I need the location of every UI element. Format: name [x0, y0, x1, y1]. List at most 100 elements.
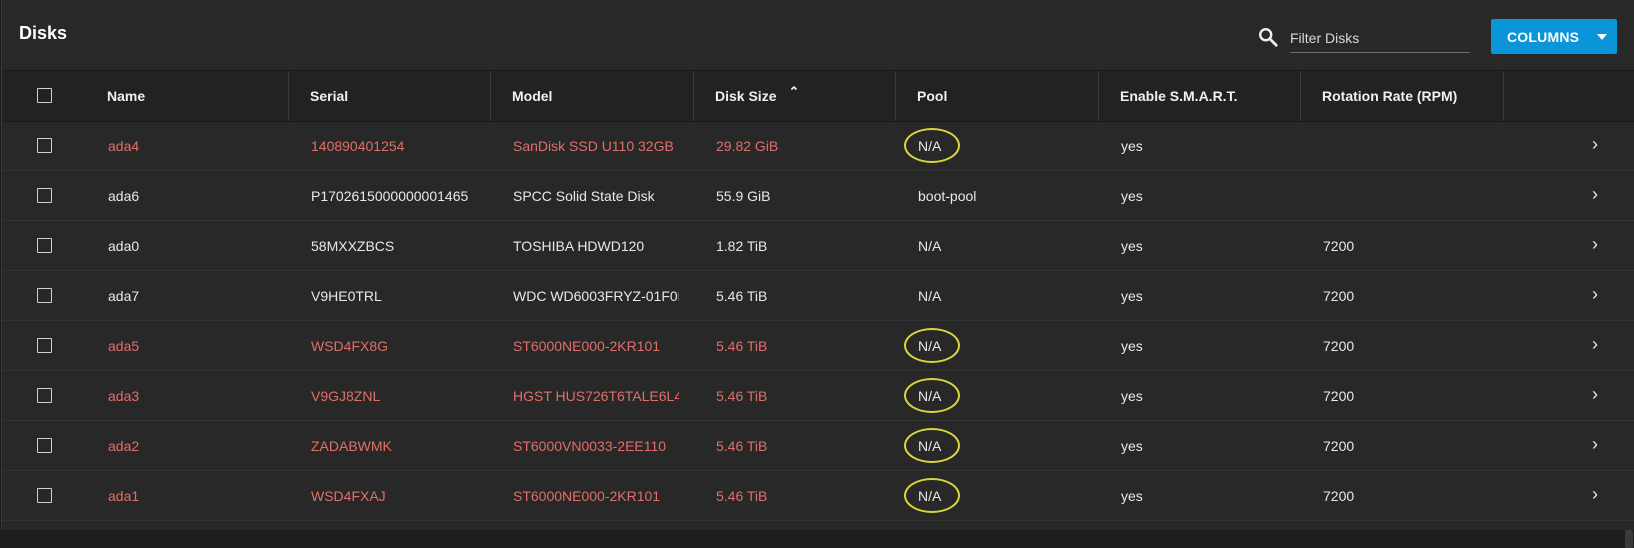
cell-smart: yes: [1121, 237, 1143, 254]
table-row[interactable]: ada4 140890401254 SanDisk SSD U110 32GB 29.…: [2, 121, 1634, 171]
cell-rpm: 7200: [1323, 287, 1355, 304]
chevron-right-icon[interactable]: ›: [1592, 284, 1598, 305]
row-checkbox[interactable]: [37, 488, 52, 503]
cell-pool: boot-pool: [918, 187, 977, 204]
table-row[interactable]: ada5 WSD4FX8G ST6000NE000-2KR101 5.46 TiB N/…: [2, 321, 1634, 371]
cell-size: 1.82 TiB: [716, 237, 768, 254]
cell-rpm: 7200: [1323, 437, 1355, 454]
column-header-name[interactable]: Name: [107, 71, 145, 121]
toolbar: Disks COLUMNS: [2, 0, 1634, 70]
row-checkbox[interactable]: [37, 188, 52, 203]
cell-name: ada1: [108, 487, 140, 504]
cell-rpm: 7200: [1323, 337, 1355, 354]
cell-name: ada6: [108, 187, 140, 204]
sort-ascending-icon[interactable]: ⌃: [788, 84, 799, 100]
cell-serial: 58MXXZBCS: [311, 237, 395, 254]
cell-model: WDC WD6003FRYZ-01F0DB: [513, 287, 679, 304]
cell-model: ST6000VN0033-2EE110: [513, 437, 667, 454]
page-title: Disks: [19, 23, 68, 43]
cell-model: ST6000NE000-2KR101: [513, 337, 661, 354]
row-checkbox[interactable]: [37, 338, 52, 353]
cell-name: ada0: [108, 237, 140, 254]
cell-serial: P1702615000000001465: [311, 187, 469, 204]
columns-button-label: COLUMNS: [1507, 29, 1580, 45]
cell-rpm: 7200: [1323, 237, 1355, 254]
search-icon[interactable]: [1257, 26, 1279, 48]
cell-model: TOSHIBA HDWD120: [513, 237, 645, 254]
table-row[interactable]: ada7 V9HE0TRL WDC WD6003FRYZ-01F0DB 5.46 Ti…: [2, 271, 1634, 321]
cell-model: ST6000NE000-2KR101: [513, 487, 661, 504]
chevron-right-icon[interactable]: ›: [1592, 234, 1598, 255]
highlight-circle: [904, 478, 960, 513]
column-header-smart[interactable]: Enable S.M.A.R.T.: [1120, 71, 1237, 121]
caret-down-icon[interactable]: [1597, 34, 1607, 40]
cell-size: 5.46 TiB: [716, 387, 768, 404]
cell-serial: WSD4FXAJ: [311, 487, 386, 504]
cell-smart: yes: [1121, 437, 1143, 454]
cell-rpm: [1323, 171, 1493, 220]
row-checkbox[interactable]: [37, 238, 52, 253]
row-checkbox[interactable]: [37, 288, 52, 303]
chevron-right-icon[interactable]: ›: [1592, 484, 1598, 505]
cell-name: ada3: [108, 387, 140, 404]
table-row[interactable]: ada2 ZADABWMK ST6000VN0033-2EE110 5.46 TiB N…: [2, 421, 1634, 471]
chevron-right-icon[interactable]: ›: [1592, 134, 1598, 155]
table-row[interactable]: ada3 V9GJ8ZNL HGST HUS726T6TALE6L4 5.46 TiB…: [2, 371, 1634, 421]
column-divider: [1503, 71, 1504, 121]
cell-serial: V9HE0TRL: [311, 287, 382, 304]
filter-disks-input[interactable]: [1290, 24, 1470, 52]
table-header: Name Serial Model Disk Size ⌃ Pool Enabl…: [2, 70, 1634, 122]
row-checkbox[interactable]: [37, 438, 52, 453]
chevron-right-icon[interactable]: ›: [1592, 334, 1598, 355]
select-all-checkbox[interactable]: [37, 88, 52, 103]
cell-rpm: 7200: [1323, 487, 1355, 504]
columns-button[interactable]: COLUMNS: [1491, 19, 1617, 54]
cell-smart: yes: [1121, 387, 1143, 404]
cell-size: 55.9 GiB: [716, 187, 771, 204]
cell-size: 5.46 TiB: [716, 287, 768, 304]
column-header-disk-size[interactable]: Disk Size ⌃: [715, 71, 799, 121]
cell-size: 29.82 GiB: [716, 137, 779, 154]
filter-field[interactable]: [1290, 24, 1470, 53]
table-row[interactable]: ada0 58MXXZBCS TOSHIBA HDWD120 1.82 TiB N/A y…: [2, 221, 1634, 271]
horizontal-scrollbar[interactable]: [0, 530, 1634, 548]
cell-smart: yes: [1121, 187, 1143, 204]
chevron-right-icon[interactable]: ›: [1592, 434, 1598, 455]
scrollbar-handle[interactable]: [1625, 530, 1633, 548]
cell-size: 5.46 TiB: [716, 337, 768, 354]
table-row[interactable]: ada1 WSD4FXAJ ST6000NE000-2KR101 5.46 TiB N/…: [2, 471, 1634, 521]
highlight-circle: [904, 328, 960, 363]
cell-serial: WSD4FX8G: [311, 337, 389, 354]
cell-size: 5.46 TiB: [716, 437, 768, 454]
column-divider: [490, 71, 491, 121]
row-checkbox[interactable]: [37, 138, 52, 153]
cell-model: SanDisk SSD U110 32GB: [513, 137, 674, 154]
table-row[interactable]: ada6 P1702615000000001465 SPCC Solid State…: [2, 171, 1634, 221]
row-checkbox[interactable]: [37, 388, 52, 403]
column-divider: [895, 71, 896, 121]
column-divider: [288, 71, 289, 121]
column-header-model[interactable]: Model: [512, 71, 552, 121]
cell-serial: ZADABWMK: [311, 437, 392, 454]
cell-serial: 140890401254: [311, 137, 405, 154]
column-header-serial[interactable]: Serial: [310, 71, 348, 121]
cell-model: SPCC Solid State Disk: [513, 187, 655, 204]
column-divider: [1300, 71, 1301, 121]
cell-serial: V9GJ8ZNL: [311, 387, 381, 404]
cell-smart: yes: [1121, 287, 1143, 304]
cell-name: ada2: [108, 437, 140, 454]
cell-name: ada7: [108, 287, 140, 304]
cell-rpm: [1323, 121, 1493, 170]
chevron-right-icon[interactable]: ›: [1592, 384, 1598, 405]
column-header-rotation-rate[interactable]: Rotation Rate (RPM): [1322, 71, 1457, 121]
highlight-circle: [904, 378, 960, 413]
column-divider: [693, 71, 694, 121]
cell-pool: N/A: [918, 237, 942, 254]
cell-rpm: 7200: [1323, 387, 1355, 404]
cell-pool: N/A: [918, 287, 942, 304]
cell-smart: yes: [1121, 487, 1143, 504]
cell-name: ada5: [108, 337, 140, 354]
highlight-circle: [904, 428, 960, 463]
chevron-right-icon[interactable]: ›: [1592, 184, 1598, 205]
column-header-pool[interactable]: Pool: [917, 71, 947, 121]
